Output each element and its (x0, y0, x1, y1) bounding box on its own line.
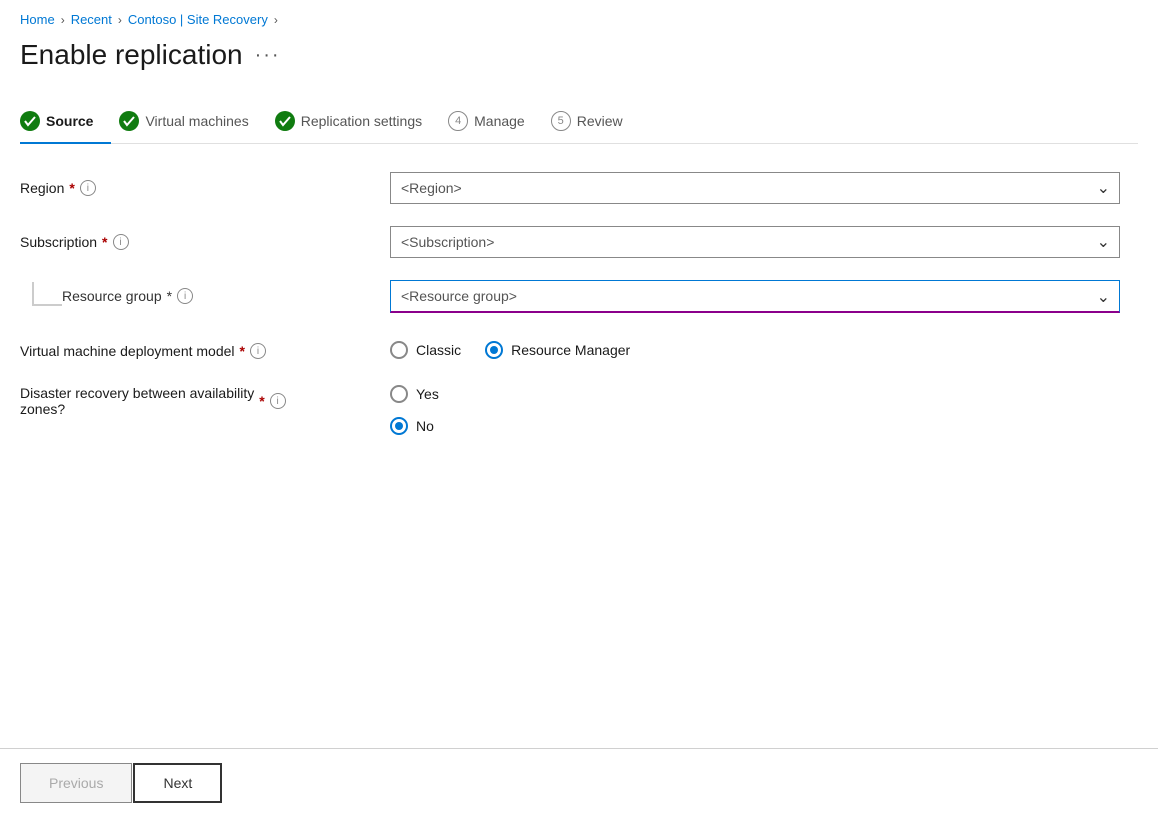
deployment-model-label: Virtual machine deployment model * i (20, 335, 390, 359)
breadcrumb: Home › Recent › Contoso | Site Recovery … (0, 0, 1158, 35)
radio-no[interactable]: No (390, 417, 1120, 435)
disaster-recovery-required: * (259, 393, 264, 409)
region-label: Region * i (20, 172, 390, 196)
subscription-control: <Subscription> ⌄ (390, 226, 1120, 258)
subscription-row: Subscription * i <Subscription> ⌄ (20, 226, 1120, 258)
step-manage-label: Manage (474, 113, 525, 129)
breadcrumb-recent[interactable]: Recent (71, 12, 112, 27)
breadcrumb-contoso[interactable]: Contoso | Site Recovery (128, 12, 268, 27)
indent-line (32, 282, 62, 306)
step-review[interactable]: 5 Review (551, 101, 641, 143)
region-required: * (69, 180, 74, 196)
breadcrumb-chevron-3: › (274, 13, 278, 27)
resource-group-info-icon[interactable]: i (177, 288, 193, 304)
main-content: Source Virtual machines Replication sett… (0, 91, 1158, 748)
radio-classic[interactable]: Classic (390, 341, 461, 359)
radio-classic-circle (390, 341, 408, 359)
subscription-label-text: Subscription (20, 234, 97, 250)
region-label-text: Region (20, 180, 64, 196)
step-source[interactable]: Source (20, 101, 111, 143)
breadcrumb-chevron-2: › (118, 13, 122, 27)
resource-group-dropdown-wrapper: <Resource group> ⌄ (390, 280, 1120, 313)
subscription-required: * (102, 234, 107, 250)
step-manage-icon: 4 (448, 111, 468, 131)
resource-group-label-text: Resource group (62, 288, 162, 304)
subscription-dropdown-wrapper: <Subscription> ⌄ (390, 226, 1120, 258)
step-rep-label: Replication settings (301, 113, 422, 129)
steps-bar: Source Virtual machines Replication sett… (20, 101, 1138, 144)
resource-group-select[interactable]: <Resource group> (390, 280, 1120, 313)
subscription-label: Subscription * i (20, 226, 390, 250)
radio-no-circle (390, 417, 408, 435)
step-review-icon: 5 (551, 111, 571, 131)
resource-group-control: <Resource group> ⌄ (390, 280, 1120, 313)
step-vm-icon (119, 111, 139, 131)
deployment-model-info-icon[interactable]: i (250, 343, 266, 359)
radio-resource-manager[interactable]: Resource Manager (485, 341, 630, 359)
step-vm-label: Virtual machines (145, 113, 248, 129)
deployment-model-label-text: Virtual machine deployment model (20, 343, 235, 359)
disaster-recovery-info-icon[interactable]: i (270, 393, 286, 409)
disaster-recovery-radio-group: Yes No (390, 381, 1120, 435)
page-title: Enable replication (20, 39, 243, 71)
radio-rm-circle (485, 341, 503, 359)
radio-no-label: No (416, 418, 434, 434)
region-row: Region * i <Region> ⌄ (20, 172, 1120, 204)
deployment-model-row: Virtual machine deployment model * i Cla… (20, 335, 1120, 359)
step-manage[interactable]: 4 Manage (448, 101, 543, 143)
region-dropdown-wrapper: <Region> ⌄ (390, 172, 1120, 204)
disaster-recovery-row: Disaster recovery between availability z… (20, 381, 1120, 435)
radio-yes-label: Yes (416, 386, 439, 402)
radio-yes-circle (390, 385, 408, 403)
next-button[interactable]: Next (133, 763, 222, 803)
subscription-info-icon[interactable]: i (113, 234, 129, 250)
step-virtual-machines[interactable]: Virtual machines (119, 101, 266, 143)
region-info-icon[interactable]: i (80, 180, 96, 196)
radio-yes[interactable]: Yes (390, 385, 1120, 403)
resource-group-required: * (167, 288, 172, 304)
breadcrumb-chevron-1: › (61, 13, 65, 27)
radio-classic-label: Classic (416, 342, 461, 358)
breadcrumb-home[interactable]: Home (20, 12, 55, 27)
step-review-label: Review (577, 113, 623, 129)
step-rep-icon (275, 111, 295, 131)
deployment-model-required: * (240, 343, 245, 359)
footer-bar: Previous Next (0, 748, 1158, 817)
deployment-model-control: Classic Resource Manager (390, 335, 1120, 359)
region-select[interactable]: <Region> (390, 172, 1120, 204)
radio-rm-label: Resource Manager (511, 342, 630, 358)
region-control: <Region> ⌄ (390, 172, 1120, 204)
more-options-icon[interactable]: ··· (255, 44, 281, 67)
disaster-recovery-label: Disaster recovery between availability z… (20, 381, 390, 417)
disaster-recovery-control: Yes No (390, 381, 1120, 435)
form-section: Region * i <Region> ⌄ Subscription * i (20, 172, 1120, 435)
resource-group-row: Resource group * i <Resource group> ⌄ (20, 280, 1120, 313)
subscription-select[interactable]: <Subscription> (390, 226, 1120, 258)
resource-group-label: Resource group * i (62, 280, 390, 304)
step-replication-settings[interactable]: Replication settings (275, 101, 440, 143)
step-source-icon (20, 111, 40, 131)
page-header: Enable replication ··· (0, 35, 1158, 91)
disaster-recovery-label-text: Disaster recovery between availability z… (20, 385, 254, 417)
deployment-model-radio-group: Classic Resource Manager (390, 335, 1120, 359)
previous-button[interactable]: Previous (20, 763, 132, 803)
step-source-label: Source (46, 113, 93, 129)
